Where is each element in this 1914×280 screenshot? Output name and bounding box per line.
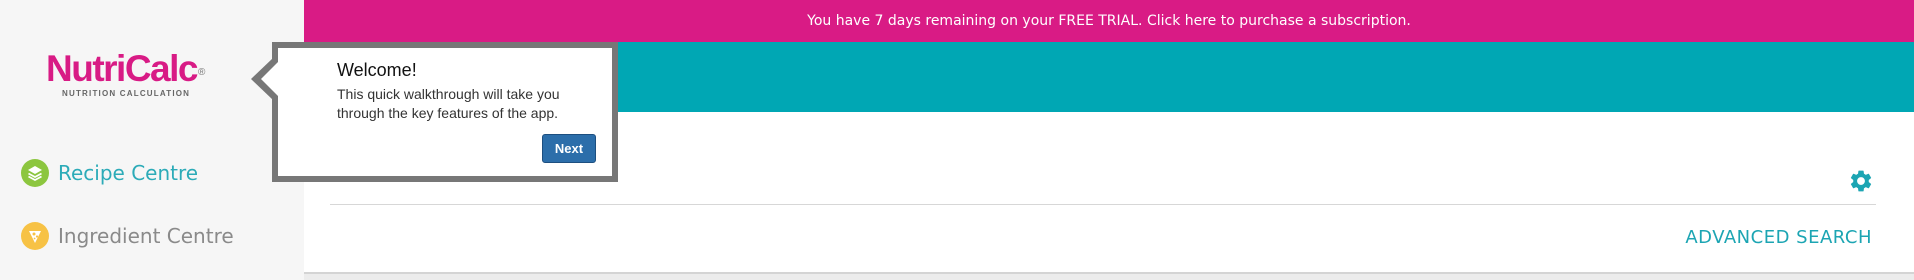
logo-name: NutriCalc — [46, 48, 198, 89]
sidebar-item-ingredient-centre[interactable]: Ingredient Centre — [21, 222, 234, 250]
logo-tagline: NUTRITION CALCULATION — [62, 89, 191, 98]
cheese-icon — [21, 222, 49, 250]
content-bottom-edge — [304, 274, 1914, 280]
advanced-search-link[interactable]: ADVANCED SEARCH — [1685, 227, 1872, 248]
sidebar-item-label: Ingredient Centre — [58, 224, 234, 248]
gear-icon[interactable] — [1848, 168, 1874, 194]
logo-registered-mark: ® — [197, 67, 206, 78]
walkthrough-title: Welcome! — [337, 60, 417, 80]
free-trial-banner[interactable]: You have 7 days remaining on your FREE T… — [304, 0, 1914, 42]
content-divider — [330, 204, 1876, 205]
walkthrough-next-button[interactable]: Next — [542, 134, 596, 163]
trial-banner-text[interactable]: You have 7 days remaining on your FREE T… — [807, 13, 1411, 29]
sidebar-item-label: Recipe Centre — [58, 161, 199, 185]
walkthrough-arrow-fill — [261, 62, 278, 96]
walkthrough-body: This quick walkthrough will take you thr… — [337, 86, 560, 121]
sidebar: NutriCalc® NUTRITION CALCULATION Recipe … — [0, 0, 304, 280]
layers-icon — [21, 159, 49, 187]
nutricalc-logo[interactable]: NutriCalc® NUTRITION CALCULATION — [46, 48, 212, 99]
sidebar-item-recipe-centre[interactable]: Recipe Centre — [21, 159, 198, 187]
